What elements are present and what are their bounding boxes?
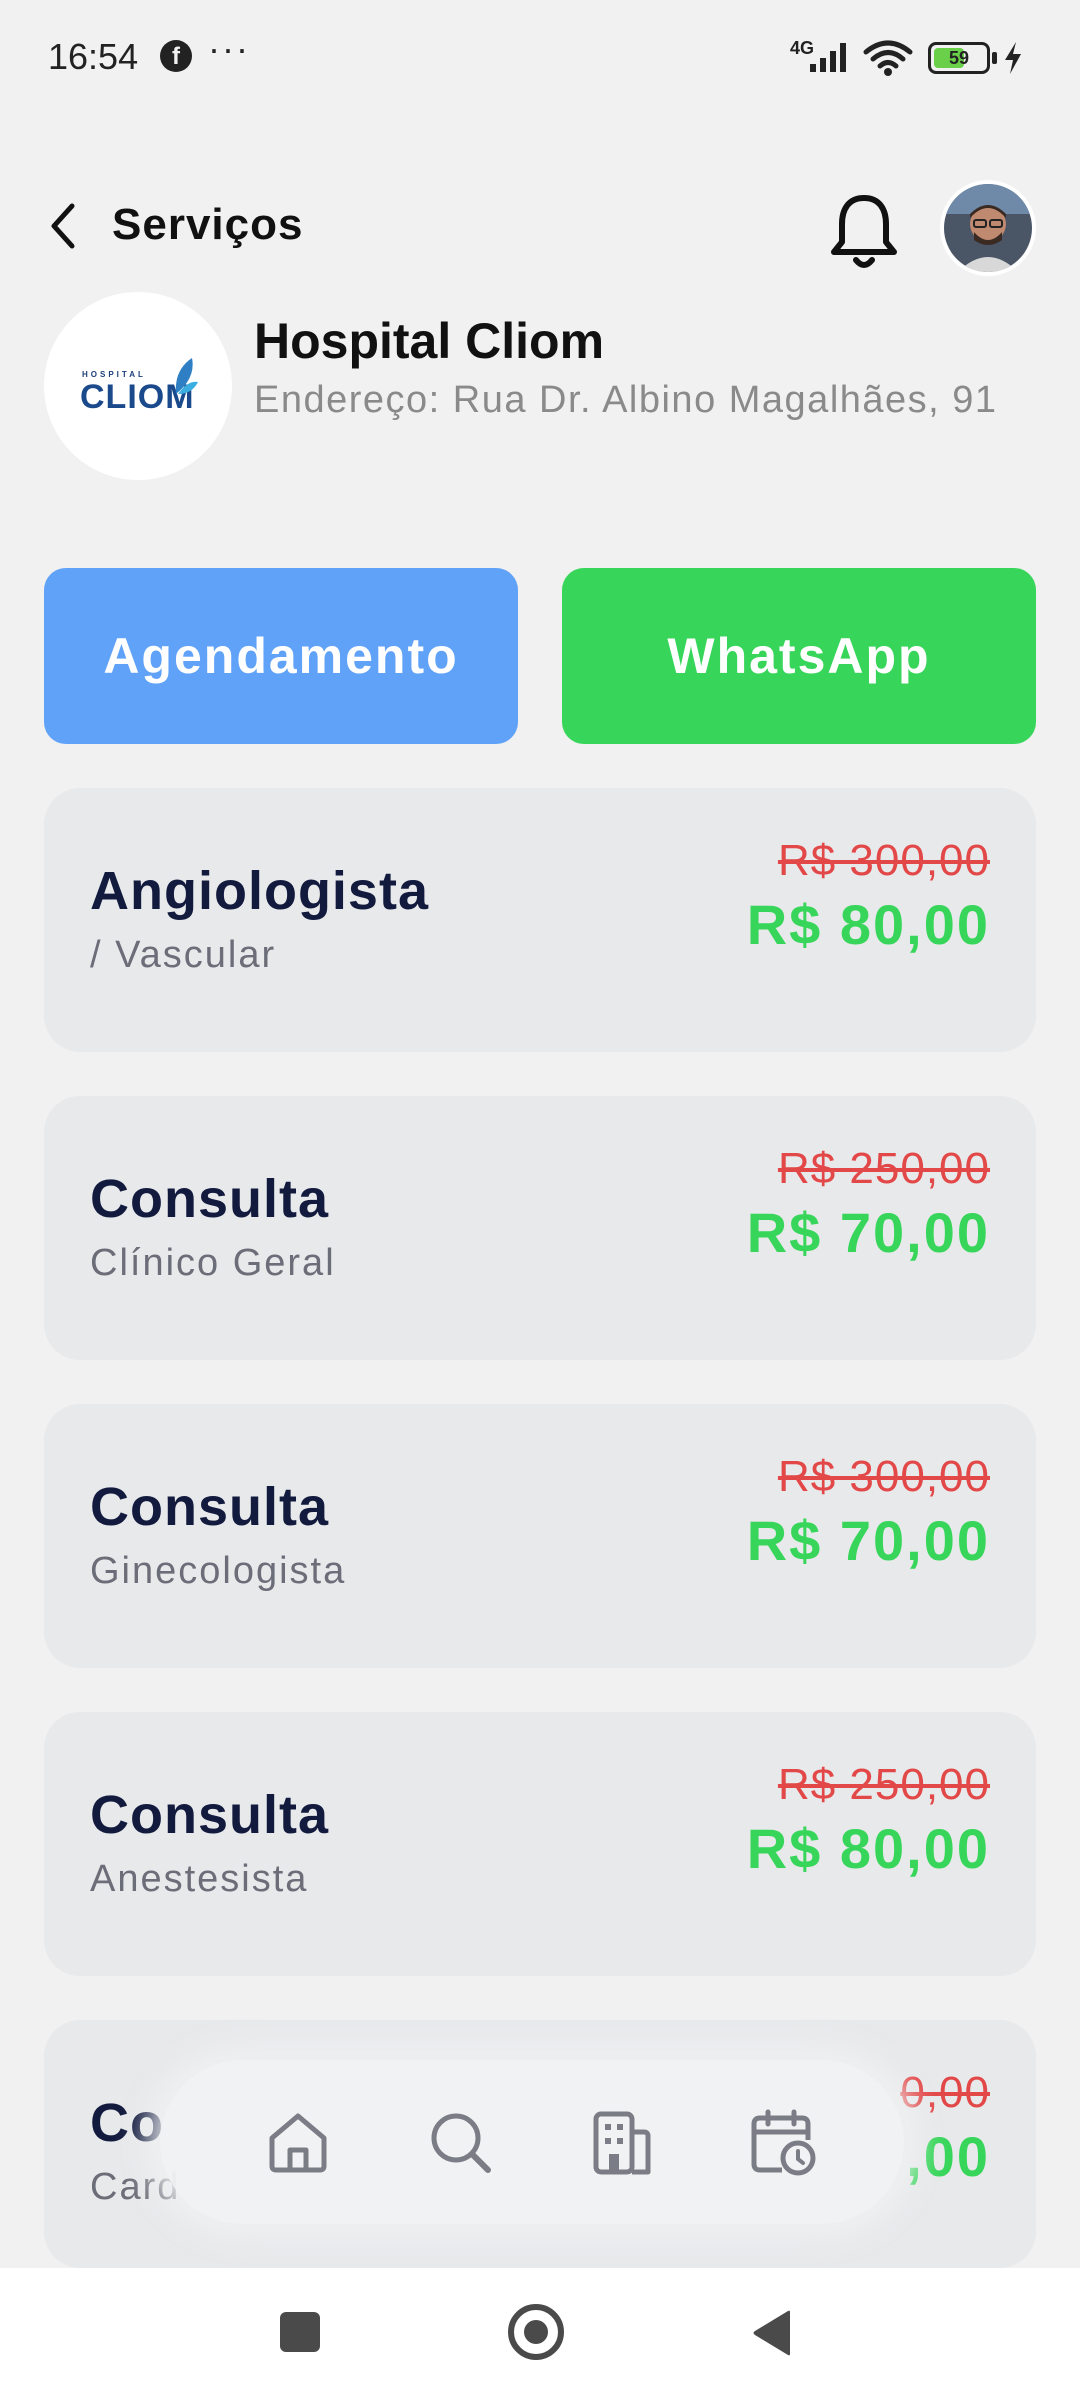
home-button[interactable]	[508, 2304, 564, 2360]
home-dot	[524, 2320, 548, 2344]
recents-button[interactable]	[280, 2312, 320, 2352]
bottom-nav	[160, 2060, 904, 2224]
service-old-price: R$ 250,00	[777, 1144, 990, 1193]
wifi-icon	[863, 40, 913, 76]
nav-appointments[interactable]	[746, 2106, 818, 2178]
page-title: Serviços	[112, 200, 304, 249]
service-new-price: ,00	[906, 2125, 990, 2188]
charging-icon	[1005, 42, 1021, 74]
bell-icon	[831, 195, 897, 268]
service-subtitle: / Vascular	[90, 934, 277, 976]
service-card[interactable]: Consulta Anestesista R$ 250,00 R$ 80,00	[44, 1712, 1036, 1976]
chevron-left-icon	[51, 203, 75, 249]
hospital-address: Endereço: Rua Dr. Albino Magalhães, 91	[254, 379, 998, 421]
agendamento-button[interactable]: Agendamento	[44, 568, 518, 744]
service-new-price: R$ 70,00	[746, 1509, 990, 1572]
nav-search[interactable]	[424, 2106, 496, 2178]
back-button[interactable]	[44, 196, 84, 256]
whatsapp-button[interactable]: WhatsApp	[562, 568, 1036, 744]
hospital-name: Hospital Cliom	[254, 313, 605, 369]
back-triangle-button[interactable]	[750, 2308, 794, 2358]
hospital-logo: HOSPITAL CLIOM	[44, 292, 232, 480]
battery-percent: 59	[948, 48, 970, 68]
service-subtitle: Clínico Geral	[90, 1242, 336, 1284]
service-card[interactable]: Angiologista / Vascular R$ 300,00 R$ 80,…	[44, 788, 1036, 1052]
service-card[interactable]: Consulta Ginecologista R$ 300,00 R$ 70,0…	[44, 1404, 1036, 1668]
system-nav-bar	[0, 2268, 1080, 2400]
service-title: Consulta	[90, 1169, 330, 1229]
building-icon	[593, 2111, 651, 2175]
service-title: Angiologista	[90, 861, 429, 921]
notifications-button[interactable]	[826, 190, 902, 274]
nav-home[interactable]	[262, 2106, 334, 2178]
battery-nub	[992, 52, 997, 64]
service-old-price: R$ 300,00	[777, 836, 990, 885]
facebook-icon: f	[160, 40, 192, 72]
home-icon	[269, 2113, 327, 2173]
service-subtitle: Anestesista	[90, 1858, 309, 1900]
service-card[interactable]: Consulta Clínico Geral R$ 250,00 R$ 70,0…	[44, 1096, 1036, 1360]
avatar-photo	[944, 184, 1032, 272]
service-title: Co	[90, 2093, 164, 2153]
avatar[interactable]	[940, 180, 1036, 276]
calendar-clock-icon	[751, 2109, 816, 2176]
butterfly-icon	[175, 358, 198, 394]
battery-icon: 59	[928, 42, 990, 74]
service-new-price: R$ 70,00	[746, 1201, 990, 1264]
nav-hospitals[interactable]	[584, 2106, 656, 2178]
service-old-price: R$ 250,00	[777, 1760, 990, 1809]
service-title: Consulta	[90, 1477, 330, 1537]
service-subtitle: Ginecologista	[90, 1550, 347, 1592]
service-old-price: R$ 300,00	[777, 1452, 990, 1501]
service-old-price: 0,00	[900, 2068, 990, 2117]
more-notifications-icon: ···	[208, 28, 250, 69]
search-icon	[431, 2113, 491, 2173]
service-title: Consulta	[90, 1785, 330, 1845]
signal-icon	[810, 43, 846, 72]
service-new-price: R$ 80,00	[746, 893, 990, 956]
status-time: 16:54	[48, 36, 139, 77]
service-new-price: R$ 80,00	[746, 1817, 990, 1880]
status-bar: 16:54 f ··· 4G 59	[0, 0, 1080, 110]
